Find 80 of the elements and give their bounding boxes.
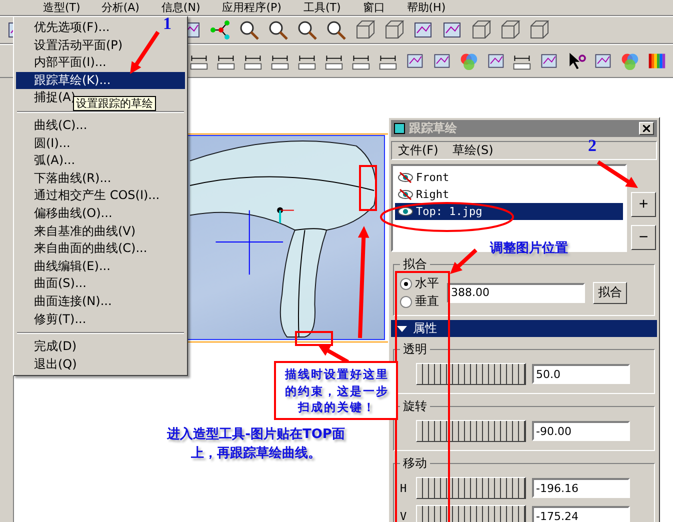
axis-label: H (400, 482, 408, 494)
window-title: 跟踪草绘 (409, 120, 458, 137)
highlight-frame (295, 331, 333, 346)
sketch-list-item[interactable]: Front (395, 169, 623, 186)
axis-label: V (400, 510, 408, 522)
cube-icon[interactable] (528, 19, 550, 41)
group-title: 移动 (402, 455, 428, 472)
value-field[interactable]: -196.16 (532, 478, 630, 498)
menu-item[interactable]: 曲面连接(N)... (16, 292, 118, 310)
menu-title[interactable]: 窗口 (358, 0, 389, 16)
cube-icon[interactable] (499, 19, 521, 41)
node-icon[interactable] (209, 19, 231, 41)
group-title: 拟合 (402, 256, 428, 273)
value-field[interactable]: 50.0 (532, 364, 630, 384)
annotation-arrow (450, 248, 478, 274)
menu-title[interactable]: 分析(A) (97, 0, 144, 16)
menu-title[interactable]: 信息(N) (157, 0, 204, 16)
menu-item[interactable]: 下落曲线(R)... (16, 170, 118, 188)
menu-item[interactable]: 圆(I)... (16, 134, 76, 152)
thumbwheel[interactable] (416, 505, 526, 522)
menu-item[interactable]: 退出(Q) (16, 356, 83, 374)
annotation-text: 调整图片位置 (490, 240, 569, 258)
menu-item[interactable]: 内部平面(I)... (16, 54, 112, 72)
menu-item[interactable]: 通过相交产生 COS(I)... (16, 187, 166, 205)
window-icon (394, 123, 405, 134)
sketch-list-item[interactable]: Right (395, 186, 623, 203)
sketch-label: Front (416, 171, 450, 184)
menu-title[interactable]: 造型(T) (40, 0, 84, 14)
menu-item[interactable]: 偏移曲线(O)... (16, 204, 118, 223)
menu-item[interactable]: 弧(A)... (16, 152, 82, 170)
hidden-eye-icon (398, 172, 413, 183)
thumbwheel[interactable] (416, 420, 526, 442)
menu-title[interactable]: 应用程序(P) (218, 0, 286, 16)
close-button[interactable] (639, 122, 654, 135)
fit-value-field[interactable]: 388.00 (447, 282, 585, 302)
menu-item[interactable]: 设置活动平面(P) (16, 36, 129, 54)
cube-icon[interactable] (470, 19, 492, 41)
add-button[interactable]: + (631, 192, 656, 217)
eye-icon (398, 206, 413, 217)
menu-title[interactable]: 工具(T) (299, 0, 345, 16)
close-icon (643, 125, 650, 132)
hidden-eye-icon (398, 189, 413, 200)
menu-item[interactable]: 曲线(C)... (16, 116, 94, 135)
value-field[interactable]: -175.24 (532, 506, 630, 522)
remove-button[interactable]: − (631, 225, 656, 250)
annotation-text: 描线时设置好这里的约束，这是一步扫成的关键！ (274, 361, 398, 420)
menu-item[interactable]: 来自基准的曲线(V) (16, 222, 142, 240)
annotation-arrow (596, 160, 638, 188)
menu-item[interactable]: 曲线编辑(E)... (16, 258, 116, 276)
menu-item[interactable]: 修剪(T)... (16, 310, 92, 328)
annotation-text: 进入造型工具-图片贴在TOP面上，再跟踪草绘曲线。 (166, 426, 346, 463)
menu-item[interactable]: 来自曲面的曲线(C)... (16, 240, 154, 258)
group-title: 旋转 (402, 398, 428, 415)
step-number: 2 (588, 136, 596, 156)
expanded-triangle-icon (397, 324, 407, 332)
annotation-arrow (318, 345, 349, 364)
radio-option[interactable]: 垂直 (400, 293, 439, 310)
value-field[interactable]: -90.00 (532, 421, 630, 441)
menu-item[interactable]: 跟踪草绘(K)... (16, 72, 185, 90)
sketch-label: Right (416, 188, 450, 201)
menu-title[interactable]: 草绘(S) (452, 142, 494, 159)
menu-item[interactable]: 完成(D) (16, 338, 83, 356)
thumbwheel[interactable] (416, 477, 526, 499)
step-number: 1 (163, 14, 172, 34)
tooltip: 设置跟踪的草绘 (73, 96, 156, 111)
menu-item[interactable]: 优先选项(F)... (16, 19, 116, 37)
menu-title[interactable]: 帮助(H) (402, 0, 450, 16)
properties-header[interactable]: 属性 (391, 320, 657, 337)
group-title: 透明 (402, 341, 428, 358)
thumbwheel[interactable] (416, 363, 526, 385)
radio-icon[interactable] (400, 296, 412, 308)
fit-button[interactable]: 拟合 (593, 282, 627, 304)
menu-title[interactable]: 文件(F) (398, 142, 438, 159)
radio-option[interactable]: 水平 (400, 275, 439, 292)
annotation-arrow (130, 30, 160, 74)
menu-item[interactable]: 曲面(S)... (16, 275, 92, 293)
sketch-label: Top: 1.jpg (416, 205, 482, 218)
sketch-list-item[interactable]: Top: 1.jpg (395, 203, 623, 220)
radio-icon[interactable] (400, 278, 412, 290)
highlight-frame (359, 165, 377, 211)
